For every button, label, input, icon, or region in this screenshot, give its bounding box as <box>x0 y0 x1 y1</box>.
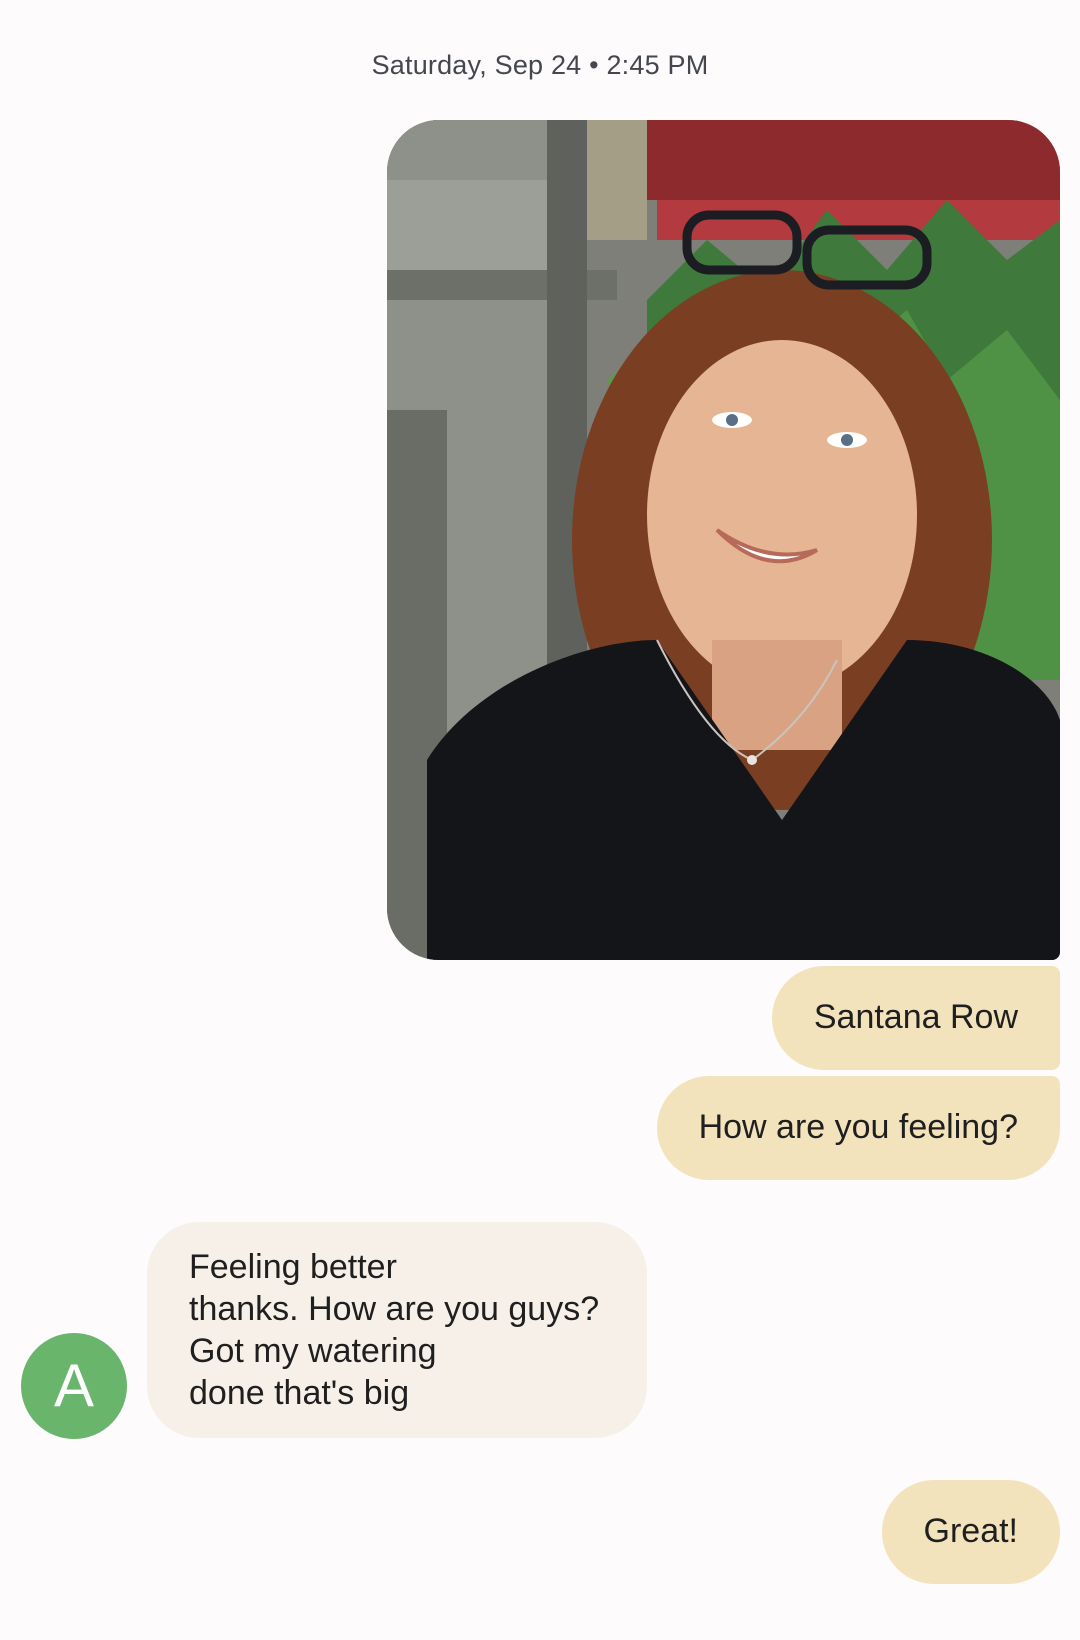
conversation-timestamp: Saturday, Sep 24 • 2:45 PM <box>371 50 709 80</box>
avatar[interactable]: A <box>21 1333 127 1439</box>
message-line: Feeling better <box>189 1248 397 1286</box>
message-bubble-incoming[interactable]: Feeling better thanks. How are you guys?… <box>147 1222 647 1438</box>
message-bubble-outgoing[interactable]: How are you feeling? <box>656 1076 1060 1180</box>
message-line: thanks. How are you guys? <box>189 1290 600 1328</box>
message-line: done that's big <box>189 1374 410 1412</box>
message-bubble-outgoing[interactable]: Great! <box>881 1480 1060 1584</box>
message-line: Got my watering <box>189 1332 437 1370</box>
message-bubble-outgoing[interactable]: Santana Row <box>771 966 1060 1070</box>
photo-image <box>387 120 1060 960</box>
photo-message[interactable] <box>387 120 1060 960</box>
